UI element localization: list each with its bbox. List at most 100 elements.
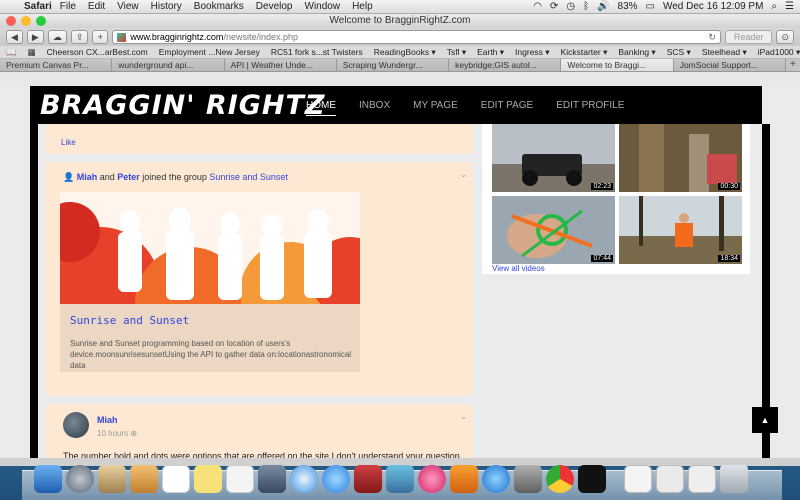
notes-icon[interactable] — [194, 465, 222, 493]
browser-tab-active[interactable]: Welcome to Braggi... — [561, 59, 674, 71]
reload-icon[interactable]: ↻ — [708, 32, 716, 43]
video-thumb[interactable]: 18:34 — [619, 196, 742, 264]
volume-icon[interactable]: 🔊 — [597, 1, 609, 12]
browser-tab[interactable]: Scraping Wundergr... — [336, 59, 450, 71]
bookmark-item[interactable]: Tsfl ▾ — [447, 47, 466, 58]
mail-stamp-icon[interactable] — [98, 465, 126, 493]
group-card[interactable]: Sunrise and Sunset Sunrise and Sunset pr… — [60, 192, 360, 372]
ibooks-icon[interactable] — [450, 465, 478, 493]
calendar-icon[interactable] — [162, 465, 190, 493]
browser-window: Welcome to BragginRightZ.com ◀ ▶ ☁ ⇪ + w… — [0, 14, 800, 466]
book-icon[interactable]: 📖 — [6, 47, 17, 58]
post-card: ⌄ Miah 10 hours ⊕ The number bold and do… — [45, 404, 473, 458]
new-tab-button[interactable]: + — [786, 59, 800, 71]
menubar-clock[interactable]: Wed Dec 16 12:09 PM — [663, 1, 763, 12]
group-link[interactable]: Sunrise and Sunset — [209, 172, 288, 182]
menu-view[interactable]: View — [117, 1, 139, 12]
minimize-window-button[interactable] — [21, 16, 31, 26]
nav-edit-page[interactable]: EDIT PAGE — [481, 100, 533, 116]
forward-button[interactable]: ▶ — [26, 30, 44, 44]
menu-window[interactable]: Window — [305, 1, 341, 12]
video-thumb[interactable]: 00:30 — [619, 124, 742, 192]
facetime-icon[interactable] — [258, 465, 286, 493]
reader-button[interactable]: Reader — [724, 30, 773, 44]
finder-icon[interactable] — [34, 465, 62, 493]
clock-status-icon[interactable]: ◷ — [566, 1, 575, 12]
browser-tab[interactable]: keybridge;GIS autol... — [449, 59, 562, 71]
photo-booth-icon[interactable] — [354, 465, 382, 493]
chrome-icon[interactable] — [546, 465, 574, 493]
messages-icon[interactable] — [322, 465, 350, 493]
document-icon[interactable] — [624, 465, 652, 493]
image-stack-icon[interactable] — [688, 465, 716, 493]
video-thumb[interactable]: 07:44 — [492, 196, 615, 264]
site-logo[interactable]: BRAGGIN' RIGHTZ — [40, 90, 326, 121]
grid-icon[interactable]: ▦ — [28, 47, 36, 58]
browser-tab[interactable]: JomSocial Support... — [673, 59, 786, 71]
bookmark-item[interactable]: ReadingBooks ▾ — [374, 47, 436, 58]
nav-inbox[interactable]: INBOX — [359, 100, 390, 116]
browser-tab[interactable]: Premium Canvas Pr... — [0, 59, 113, 71]
video-thumb[interactable]: 02:23 — [492, 124, 615, 192]
bookmark-item[interactable]: Steelhead ▾ — [702, 47, 747, 58]
bookmark-item[interactable]: Banking ▾ — [618, 47, 655, 58]
group-title[interactable]: Sunrise and Sunset — [70, 314, 189, 327]
nav-home[interactable]: HOME — [306, 100, 336, 116]
icloud-tabs-button[interactable]: ☁ — [47, 30, 67, 44]
menu-history[interactable]: History — [151, 1, 182, 12]
close-window-button[interactable] — [6, 16, 16, 26]
bookmark-item[interactable]: RC51 fork s...st Twisters — [271, 47, 363, 57]
system-preferences-icon[interactable] — [514, 465, 542, 493]
avatar[interactable] — [63, 412, 89, 438]
share-button[interactable]: ⇪ — [70, 30, 89, 44]
trash-icon[interactable] — [720, 465, 748, 493]
notification-icon[interactable]: ☰ — [785, 1, 794, 12]
post-author[interactable]: Miah — [97, 415, 118, 425]
downloads-button[interactable]: ⊙ — [776, 30, 794, 44]
launchpad-icon[interactable] — [66, 465, 94, 493]
photos-icon[interactable] — [386, 465, 414, 493]
bluetooth-icon[interactable]: ᛒ — [583, 1, 589, 12]
back-button[interactable]: ◀ — [6, 30, 23, 44]
bookmark-item[interactable]: Earth ▾ — [477, 47, 504, 58]
actor-link[interactable]: Miah — [77, 172, 98, 182]
menu-edit[interactable]: Edit — [88, 1, 105, 12]
menu-bookmarks[interactable]: Bookmarks — [194, 1, 244, 12]
chevron-down-icon[interactable]: ⌄ — [460, 412, 467, 421]
browser-tab[interactable]: API | Weather Unde... — [224, 59, 337, 71]
bookmark-item[interactable]: iPad1000 ▾ — [758, 47, 800, 58]
reminders-icon[interactable] — [226, 465, 254, 493]
add-button[interactable]: + — [92, 30, 109, 44]
app-menu[interactable]: Safari — [24, 1, 52, 12]
zoom-window-button[interactable] — [36, 16, 46, 26]
group-cover-image — [60, 192, 360, 304]
view-all-videos-link[interactable]: View all videos — [492, 264, 545, 273]
menu-file[interactable]: File — [60, 1, 76, 12]
browser-tab[interactable]: wunderground api... — [112, 59, 225, 71]
wifi-icon[interactable]: ◠ — [533, 1, 542, 12]
like-link[interactable]: Like — [61, 138, 76, 147]
sync-icon[interactable]: ⟳ — [550, 1, 558, 12]
terminal-icon[interactable] — [578, 465, 606, 493]
menu-help[interactable]: Help — [352, 1, 373, 12]
address-bar[interactable]: www.bragginrightz.com /newsite/index.php… — [112, 30, 721, 44]
scroll-to-top-button[interactable]: ▲ — [752, 407, 778, 433]
spotlight-icon[interactable]: ⌕ — [771, 1, 777, 12]
bookmark-item[interactable]: SCS ▾ — [667, 47, 691, 58]
downloads-stack-icon[interactable] — [656, 465, 684, 493]
battery-percent[interactable]: 83% — [618, 1, 638, 12]
nav-my-page[interactable]: MY PAGE — [413, 100, 458, 116]
bookmark-item[interactable]: Ingress ▾ — [515, 47, 550, 58]
actor-link[interactable]: Peter — [117, 172, 140, 182]
battery-icon[interactable]: ▭ — [646, 1, 655, 12]
itunes-icon[interactable] — [418, 465, 446, 493]
app-store-icon[interactable] — [482, 465, 510, 493]
bookmark-item[interactable]: Employment ...New Jersey — [159, 47, 260, 57]
menu-develop[interactable]: Develop — [256, 1, 293, 12]
safari-icon[interactable] — [290, 465, 318, 493]
contacts-icon[interactable] — [130, 465, 158, 493]
bookmark-item[interactable]: Cheerson CX...arBest.com — [47, 47, 148, 57]
nav-edit-profile[interactable]: EDIT PROFILE — [556, 100, 624, 116]
chevron-down-icon[interactable]: ⌄ — [460, 170, 467, 179]
bookmark-item[interactable]: Kickstarter ▾ — [561, 47, 608, 58]
